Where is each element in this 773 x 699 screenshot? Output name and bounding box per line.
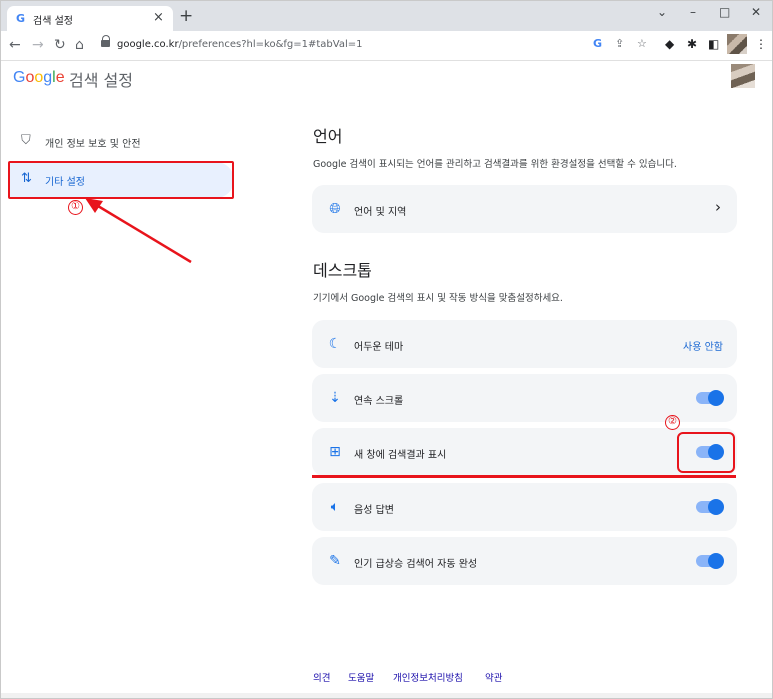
voice-answer-toggle[interactable] [696,499,724,515]
profile-avatar[interactable] [727,34,747,54]
globe-icon: 🌐︎ [329,201,341,217]
footer-link-privacy[interactable]: 개인정보처리방침 [393,670,463,684]
dark-theme-label: 어두운 테마 [354,342,404,353]
new-window-icon: ⊞ [329,444,341,460]
annotation-underline [312,475,736,478]
voice-answer-label: 음성 답변 [354,505,394,516]
voice-answer-row[interactable]: 🔈︎ 음성 답변 [312,483,737,531]
dark-theme-value[interactable]: 사용 안함 [683,338,723,353]
footer-link-feedback[interactable]: 의견 [313,670,330,684]
back-arrow-icon[interactable]: ← [9,37,21,53]
home-icon[interactable]: ⌂ [75,37,84,53]
new-window-results-row[interactable]: ⊞ 새 창에 검색결과 표시 [312,428,737,476]
annotation-arrow [85,198,192,264]
tab-title: 검색 설정 [33,16,73,27]
taskbar-edge [1,693,772,698]
sidebar-item-label: 개인 정보 보호 및 안전 [45,139,141,150]
share-icon[interactable]: ⇪ [615,37,624,50]
moon-icon: ☾ [328,336,342,352]
continuous-scroll-label: 연속 스크롤 [354,396,404,407]
browser-window: G 검색 설정 × + ⌄ – □ ✕ ← → ↻ ⌂ google.co.kr… [0,0,773,699]
google-translate-icon[interactable]: G [593,37,602,50]
trending-autocomplete-row[interactable]: ✎ 인기 급상승 검색어 자동 완성 [312,537,737,585]
footer-link-help[interactable]: 도움말 [348,670,374,684]
trending-autocomplete-label: 인기 급상승 검색어 자동 완성 [354,559,478,570]
close-window-button[interactable]: ✕ [751,5,761,19]
tab-close-icon[interactable]: × [153,10,164,25]
bookmark-star-icon[interactable]: ☆ [637,37,647,50]
desktop-section-description: 기기에서 Google 검색의 표시 및 작동 방식을 맞춤설정하세요. [313,293,563,304]
dark-theme-row[interactable]: ☾ 어두운 테마 사용 안함 [312,320,737,368]
extension-icon[interactable]: ◆ [665,37,674,51]
menu-kebab-icon[interactable]: ⋮ [755,37,767,51]
google-logo[interactable]: Google [13,69,65,87]
sidebar-item-privacy[interactable]: ⛉ 개인 정보 보호 및 안전 [9,124,234,160]
google-favicon-icon: G [16,12,26,25]
chevron-right-icon: › [715,198,721,216]
annotation-marker-2: ② [665,415,680,430]
new-tab-button[interactable]: + [179,6,193,26]
lock-icon[interactable] [101,35,110,48]
language-section-title: 언어 [313,127,343,146]
account-avatar[interactable] [731,64,755,88]
trending-autocomplete-toggle[interactable] [696,553,724,569]
puzzle-extensions-icon[interactable]: ✱ [687,37,697,51]
desktop-section-title: 데스크톱 [313,261,372,280]
side-panel-icon[interactable]: ◧ [708,37,719,51]
reload-icon[interactable]: ↻ [54,37,66,53]
new-window-results-label: 새 창에 검색결과 표시 [354,450,447,461]
continuous-scroll-icon: ⇣ [329,390,341,406]
language-section-description: Google 검색이 표시되는 언어를 관리하고 검색결과를 위한 환경설정을 … [313,159,677,170]
language-region-label: 언어 및 지역 [354,207,407,218]
browser-toolbar: ← → ↻ ⌂ google.co.kr/preferences?hl=ko&f… [1,31,772,61]
shield-icon: ⛉ [21,133,31,148]
forward-arrow-icon[interactable]: → [32,37,44,53]
annotation-box-2 [677,432,735,473]
magic-wand-icon: ✎ [329,553,341,569]
minimize-button[interactable]: – [690,5,696,19]
footer-link-terms[interactable]: 약관 [485,670,502,684]
maximize-button[interactable]: □ [719,5,730,19]
url-text: google.co.kr/preferences?hl=ko&fg=1#tabV… [117,39,363,50]
tab-search-chevron-icon[interactable]: ⌄ [657,5,667,19]
browser-tab[interactable]: G 검색 설정 × [7,6,173,31]
tab-strip: G 검색 설정 × + ⌄ – □ ✕ [1,1,772,31]
language-region-row[interactable]: 🌐︎ 언어 및 지역 › [312,185,737,233]
speaker-icon: 🔈︎ [330,499,340,515]
address-bar[interactable]: google.co.kr/preferences?hl=ko&fg=1#tabV… [93,35,653,57]
continuous-scroll-toggle[interactable] [696,390,724,406]
page-title: 검색 설정 [69,71,133,90]
